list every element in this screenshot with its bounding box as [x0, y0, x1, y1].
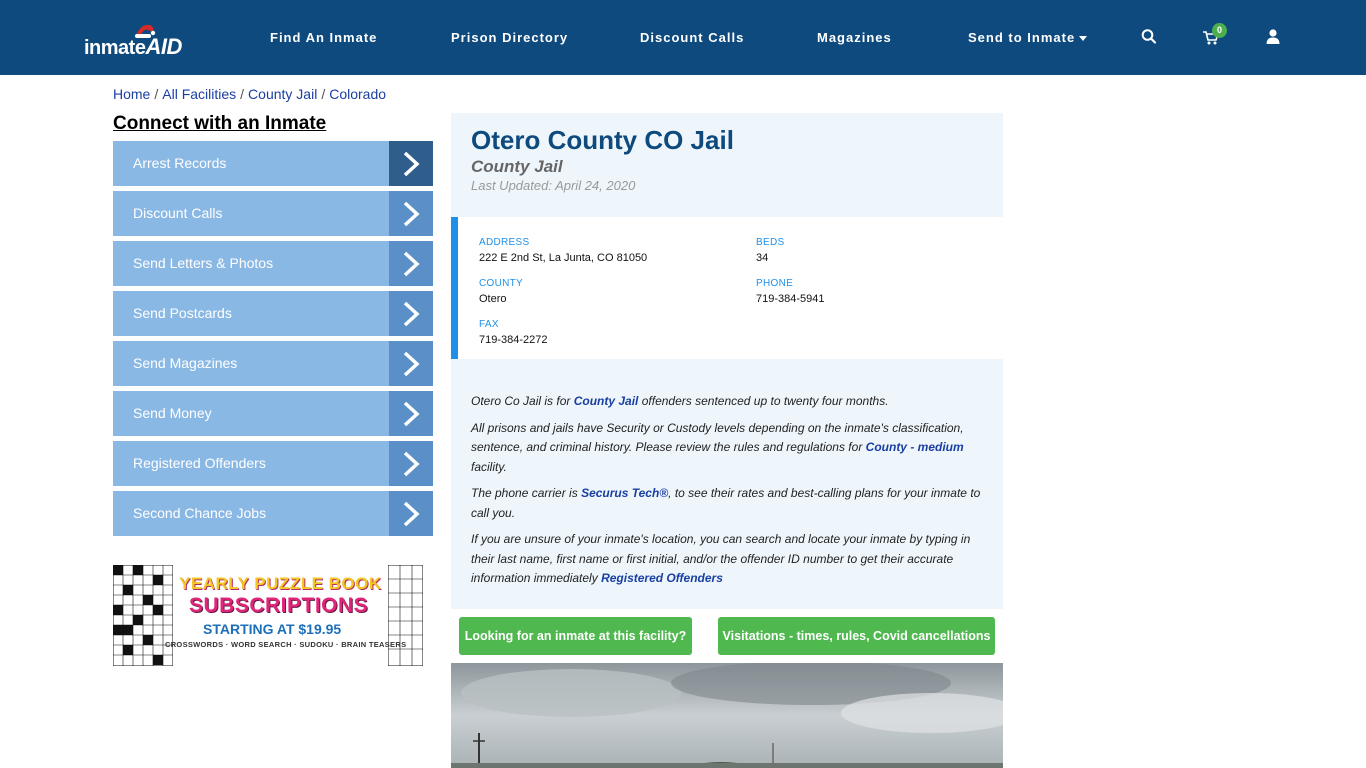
search-icon[interactable] — [1141, 28, 1157, 46]
phone-field: PHONE 719-384-5941 — [756, 278, 825, 305]
address-label: ADDRESS — [479, 237, 530, 248]
nav-prison-directory[interactable]: Prison Directory — [451, 30, 568, 45]
chevron-right-icon — [389, 191, 433, 236]
beds-label: BEDS — [756, 237, 785, 248]
sidebar-item-label: Send Letters & Photos — [133, 255, 274, 271]
county-jail-link[interactable]: County Jail — [574, 394, 639, 408]
sidebar-item-send-magazines[interactable]: Send Magazines — [113, 341, 433, 386]
facility-street-photo — [451, 663, 1003, 768]
description-text: Otero Co Jail is for — [471, 394, 574, 408]
phone-label: PHONE — [756, 278, 794, 289]
logo-text-aid: AID — [145, 34, 182, 59]
nav-magazines[interactable]: Magazines — [817, 30, 892, 45]
description-paragraph: Otero Co Jail is for County Jail offende… — [471, 392, 986, 412]
nav-discount-calls[interactable]: Discount Calls — [640, 30, 744, 45]
nav-find-an-inmate[interactable]: Find An Inmate — [270, 30, 377, 45]
sidebar-item-send-money[interactable]: Send Money — [113, 391, 433, 436]
sidebar-item-label: Second Chance Jobs — [133, 505, 267, 521]
sidebar-menu: Arrest Records Discount Calls Send Lette… — [113, 141, 433, 541]
logo-text-inmate: inmate — [84, 37, 146, 59]
sidebar-item-label: Send Postcards — [133, 305, 232, 321]
facility-description: Otero Co Jail is for County Jail offende… — [471, 392, 986, 596]
facility-info-card: ADDRESS 222 E 2nd St, La Junta, CO 81050… — [451, 217, 1003, 359]
sidebar-title: Connect with an Inmate — [113, 113, 327, 134]
description-text: The phone carrier is — [471, 486, 582, 500]
description-paragraph: All prisons and jails have Security or C… — [471, 419, 986, 478]
inmateaid-logo[interactable]: inmateAID — [84, 22, 184, 59]
sudoku-grid-graphic — [388, 565, 423, 666]
sidebar-item-label: Arrest Records — [133, 155, 227, 171]
crossword-grid-graphic — [113, 565, 173, 666]
ad-headline: YEARLY PUZZLE BOOK — [179, 574, 382, 593]
caret-down-icon — [1079, 36, 1088, 42]
description-text: facility. — [471, 459, 507, 474]
description-text: offenders sentenced up to twenty four mo… — [638, 394, 889, 408]
nav-send-to-inmate-label: Send to Inmate — [968, 30, 1076, 45]
top-navbar: inmateAID Find An Inmate Prison Director… — [0, 0, 1366, 75]
county-medium-link[interactable]: County - medium — [866, 440, 964, 454]
ad-price: STARTING AT $19.95 — [203, 621, 342, 637]
beds-field: BEDS 34 — [756, 237, 784, 264]
chevron-right-icon — [389, 341, 433, 386]
description-paragraph: If you are unsure of your inmate's locat… — [471, 530, 986, 589]
sidebar-item-arrest-records[interactable]: Arrest Records — [113, 141, 433, 186]
breadcrumb-separator: / — [240, 86, 245, 102]
county-field: COUNTY Otero — [479, 278, 523, 305]
breadcrumb-separator: / — [321, 86, 326, 102]
county-label: COUNTY — [479, 278, 524, 289]
chevron-right-icon — [389, 491, 433, 536]
last-updated: Last Updated: April 24, 2020 — [471, 178, 636, 193]
sidebar-item-send-postcards[interactable]: Send Postcards — [113, 291, 433, 336]
breadcrumb-county-jail[interactable]: County Jail — [248, 86, 317, 102]
sidebar-item-label: Send Money — [133, 405, 212, 421]
fax-value: 719-384-2272 — [479, 334, 548, 346]
facility-title: Otero County CO Jail — [471, 125, 734, 155]
securus-tech-link[interactable]: Securus Tech® — [581, 486, 668, 500]
chevron-right-icon — [389, 441, 433, 486]
fax-label: FAX — [479, 319, 499, 330]
chevron-right-icon — [389, 241, 433, 286]
sidebar-item-registered-offenders[interactable]: Registered Offenders — [113, 441, 433, 486]
ad-categories: CROSSWORDS · WORD SEARCH · SUDOKU · BRAI… — [165, 640, 407, 649]
sidebar-item-second-chance-jobs[interactable]: Second Chance Jobs — [113, 491, 433, 536]
chevron-right-icon — [389, 391, 433, 436]
sidebar-item-label: Discount Calls — [133, 205, 223, 221]
sidebar-item-send-letters-photos[interactable]: Send Letters & Photos — [113, 241, 433, 286]
cart-count-badge: 0 — [1212, 23, 1227, 38]
breadcrumb-colorado[interactable]: Colorado — [329, 86, 386, 102]
address-value: 222 E 2nd St, La Junta, CO 81050 — [479, 252, 648, 264]
breadcrumb-home[interactable]: Home — [113, 86, 150, 102]
visitations-button[interactable]: Visitations - times, rules, Covid cancel… — [718, 617, 995, 655]
street-scene-graphic — [451, 663, 1003, 768]
address-field: ADDRESS 222 E 2nd St, La Junta, CO 81050 — [479, 237, 647, 264]
phone-value: 719-384-5941 — [756, 293, 825, 305]
ad-subheadline: SUBSCRIPTIONS — [189, 594, 369, 617]
find-inmate-at-facility-button[interactable]: Looking for an inmate at this facility? — [459, 617, 692, 655]
sidebar-item-label: Registered Offenders — [133, 455, 266, 471]
breadcrumb: Home / All Facilities / County Jail / Colorado — [113, 86, 386, 102]
facility-type: County Jail — [471, 157, 563, 176]
fax-field: FAX 719-384-2272 — [479, 319, 548, 346]
puzzle-book-ad-banner[interactable]: YEARLY PUZZLE BOOK SUBSCRIPTIONS STARTIN… — [113, 565, 423, 666]
description-paragraph: The phone carrier is Securus Tech®, to s… — [471, 484, 986, 523]
user-account-icon[interactable] — [1265, 28, 1281, 46]
beds-value: 34 — [756, 252, 769, 264]
county-value: Otero — [479, 293, 507, 305]
sidebar-item-label: Send Magazines — [133, 355, 238, 371]
breadcrumb-all-facilities[interactable]: All Facilities — [162, 86, 236, 102]
nav-send-to-inmate[interactable]: Send to Inmate — [968, 30, 1088, 45]
chevron-right-icon — [389, 291, 433, 336]
registered-offenders-link[interactable]: Registered Offenders — [601, 571, 723, 585]
logo-text: inmateAID — [84, 34, 182, 60]
breadcrumb-separator: / — [154, 86, 159, 102]
sidebar-item-discount-calls[interactable]: Discount Calls — [113, 191, 433, 236]
chevron-right-icon — [389, 141, 433, 186]
